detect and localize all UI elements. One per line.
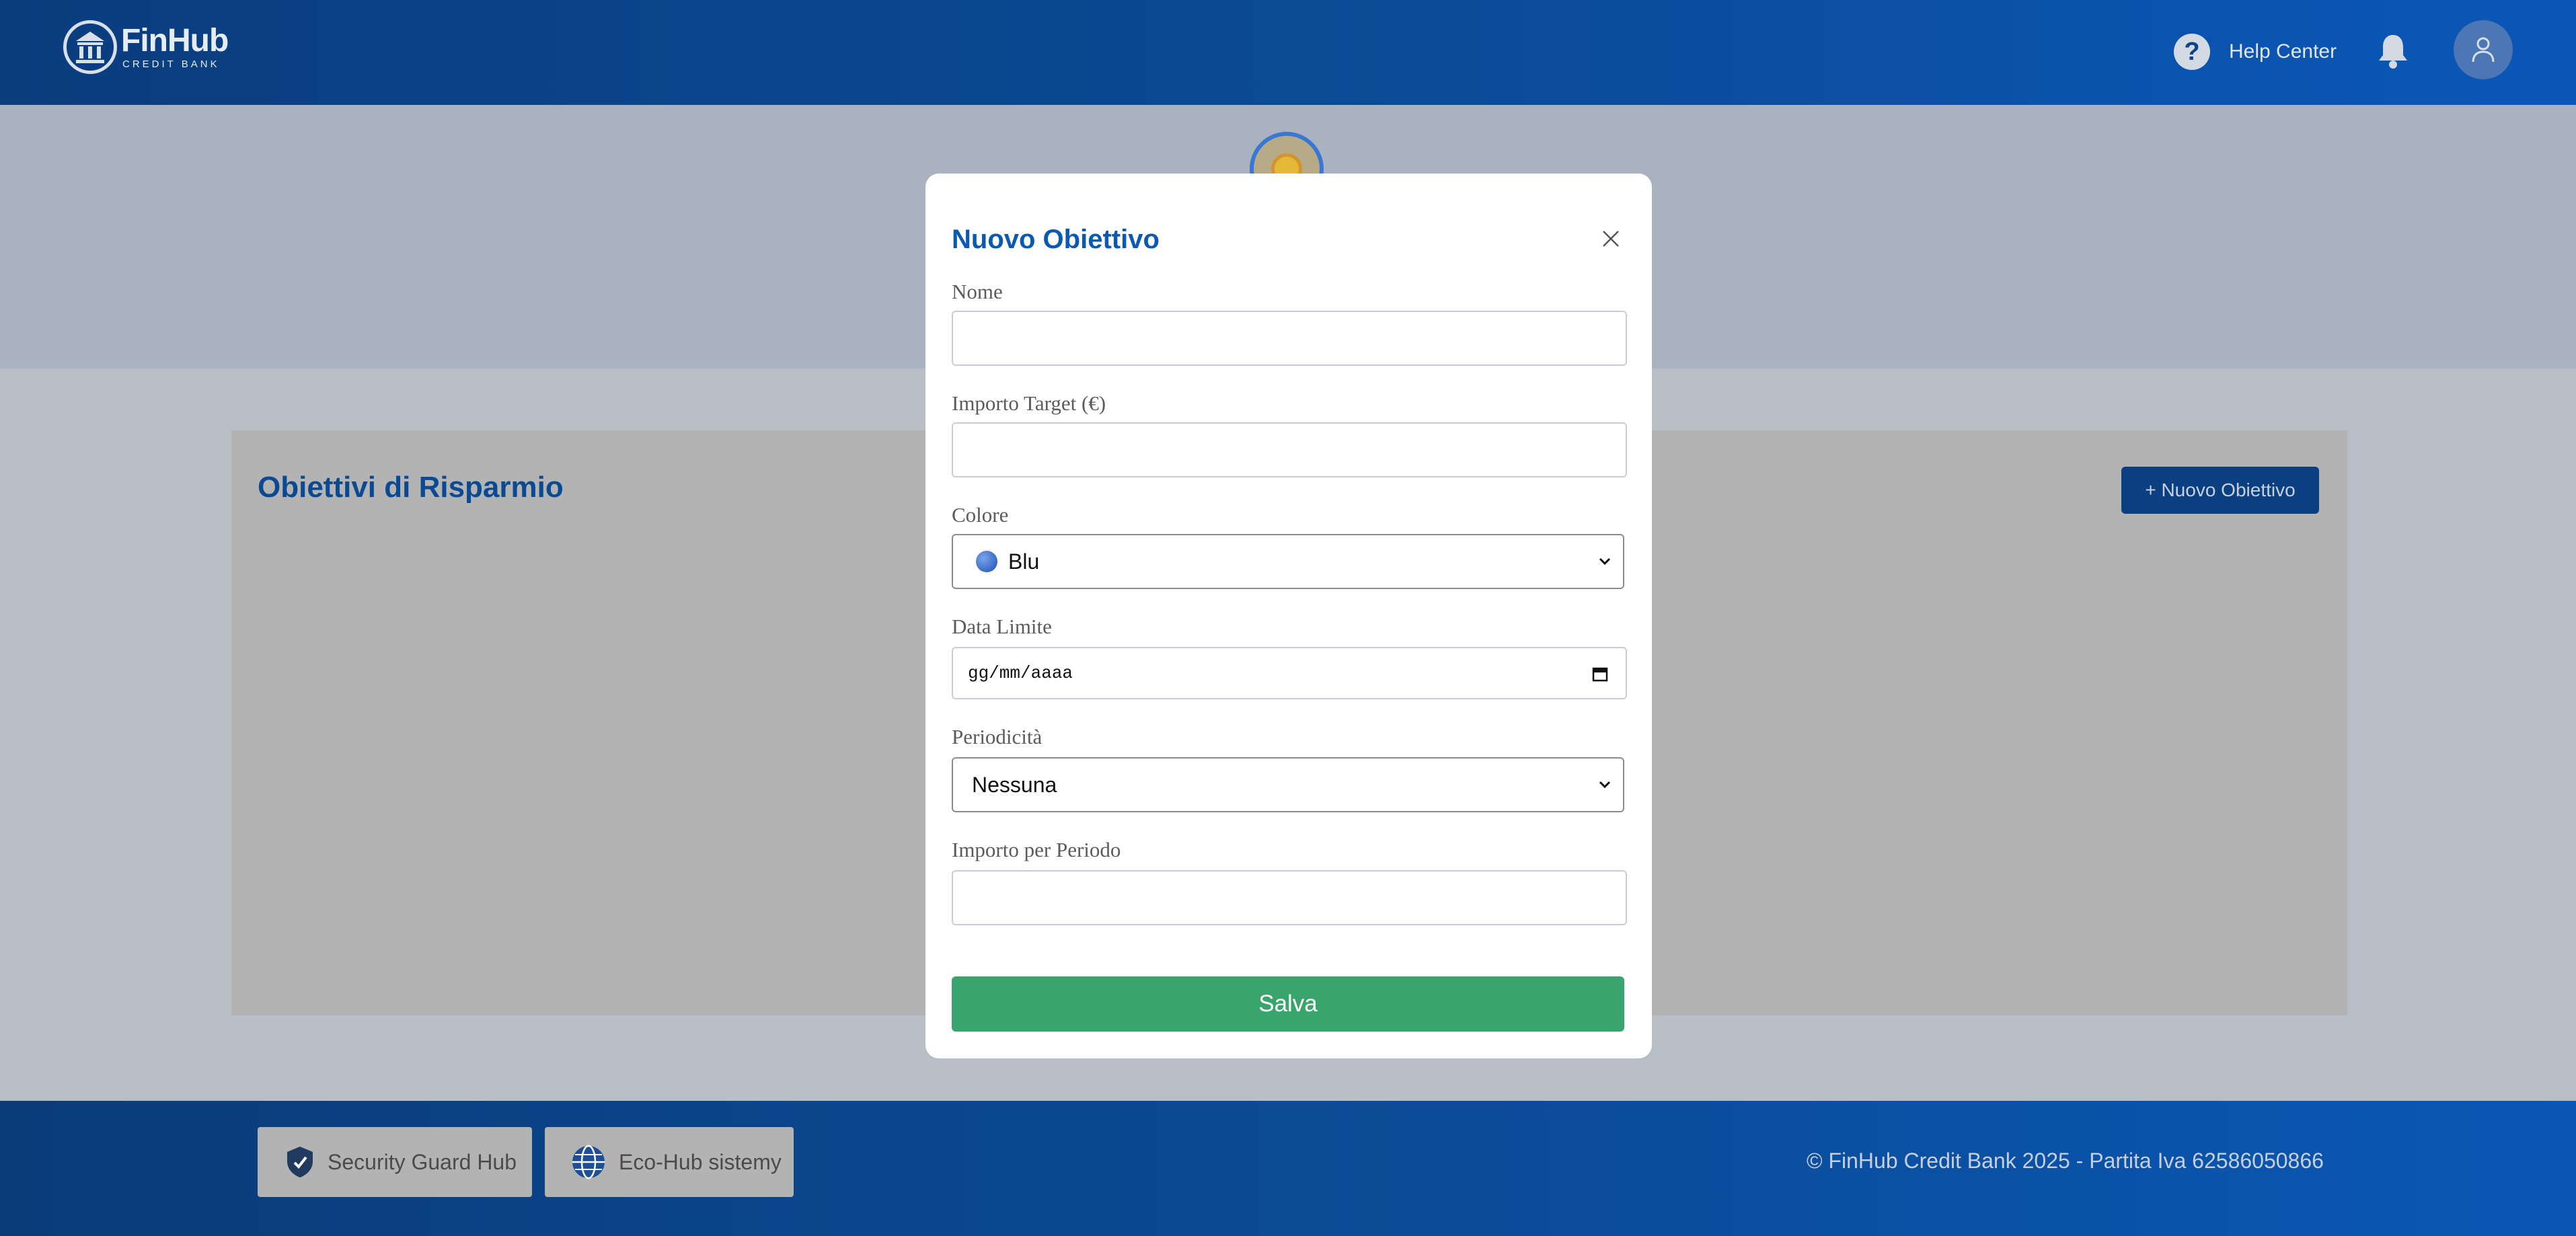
security-guard-hub-label: Security Guard Hub xyxy=(328,1149,517,1174)
importo-target-label: Importo Target (€) xyxy=(952,391,1106,415)
brand-logo[interactable]: FinHub CREDIT BANK xyxy=(63,20,229,74)
bell-icon[interactable] xyxy=(2377,32,2409,73)
brand-name: FinHub xyxy=(121,23,229,59)
modal-title: Nuovo Obiettivo xyxy=(952,225,1160,254)
periodicita-select[interactable]: Nessuna xyxy=(952,757,1624,812)
nome-input[interactable] xyxy=(952,311,1627,366)
periodicita-value: Nessuna xyxy=(972,772,1057,797)
date-placeholder: gg/mm/aaaa xyxy=(968,663,1073,683)
importo-target-input[interactable] xyxy=(952,422,1627,477)
colore-label: Colore xyxy=(952,503,1009,527)
chevron-down-icon xyxy=(1599,781,1611,789)
shield-icon xyxy=(287,1147,313,1177)
eco-hub-button[interactable]: Eco-Hub sistemy xyxy=(545,1127,794,1197)
help-center-label: Help Center xyxy=(2229,40,2337,63)
data-limite-label: Data Limite xyxy=(952,615,1052,638)
calendar-icon[interactable] xyxy=(1592,666,1608,682)
new-goal-modal: Nuovo Obiettivo Nome Importo Target (€) … xyxy=(925,173,1652,1058)
close-icon[interactable] xyxy=(1602,230,1620,251)
brand-subtitle: CREDIT BANK xyxy=(122,59,220,70)
bank-icon xyxy=(63,20,117,74)
colore-value: Blu xyxy=(1008,549,1040,574)
save-button[interactable]: Salva xyxy=(952,976,1624,1032)
importo-periodo-label: Importo per Periodo xyxy=(952,838,1121,861)
top-header: FinHub CREDIT BANK ? Help Center xyxy=(0,0,2576,105)
page-title: Obiettivi di Risparmio xyxy=(258,471,564,504)
colore-select[interactable]: Blu xyxy=(952,534,1624,589)
color-swatch-icon xyxy=(976,551,997,572)
data-limite-input[interactable]: gg/mm/aaaa xyxy=(952,647,1627,699)
new-goal-button[interactable]: + Nuovo Obiettivo xyxy=(2121,467,2319,514)
importo-periodo-input[interactable] xyxy=(952,870,1627,925)
security-guard-hub-button[interactable]: Security Guard Hub xyxy=(258,1127,532,1197)
user-icon xyxy=(2472,37,2495,63)
periodicita-label: Periodicità xyxy=(952,725,1043,748)
globe-icon xyxy=(572,1145,605,1180)
user-avatar[interactable] xyxy=(2454,20,2513,79)
help-icon: ? xyxy=(2174,34,2210,70)
chevron-down-icon xyxy=(1599,557,1611,566)
nome-label: Nome xyxy=(952,280,1003,303)
eco-hub-label: Eco-Hub sistemy xyxy=(619,1149,782,1174)
help-center-link[interactable]: ? Help Center xyxy=(2174,34,2337,70)
copyright-text: © FinHub Credit Bank 2025 - Partita Iva … xyxy=(1807,1149,2324,1173)
